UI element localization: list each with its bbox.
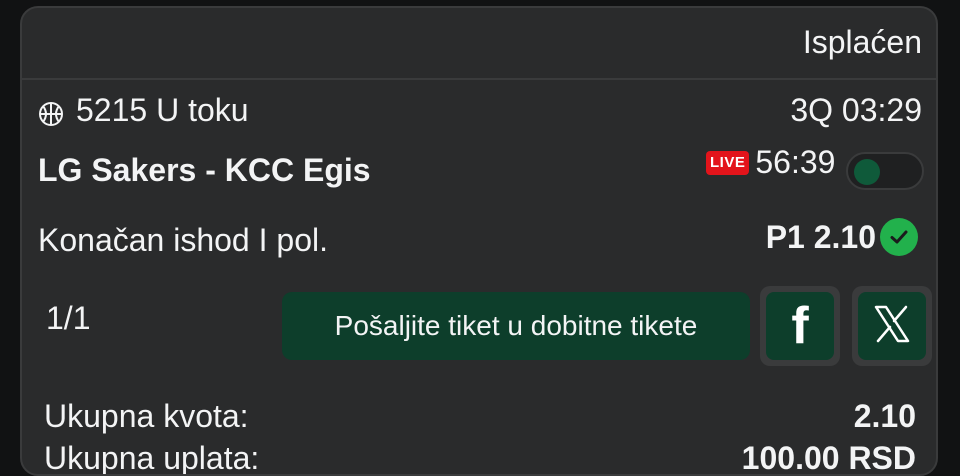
x-icon: [870, 302, 914, 351]
event-info-row: 5215 U toku 3Q 03:29: [38, 92, 922, 136]
stake-label: Ukupna uplata:: [44, 440, 260, 476]
match-title: LG Sakers - KCC Egis: [38, 152, 371, 188]
x-share-button[interactable]: [852, 286, 932, 366]
ticket-status: Isplaćen: [802, 24, 922, 60]
send-to-winning-tickets-button[interactable]: Pošaljite tiket u dobitne tikete: [282, 292, 750, 360]
toggle-knob: [854, 159, 880, 185]
live-toggle[interactable]: [846, 152, 924, 190]
ticket-header: Isplaćen: [22, 8, 936, 80]
event-code-group: 5215 U toku: [38, 92, 249, 129]
total-odds-label: Ukupna kvota:: [44, 398, 249, 434]
market-name: Konačan ishod I pol.: [38, 222, 328, 258]
facebook-icon: f: [791, 297, 809, 355]
live-score-group: LIVE 56:39: [706, 144, 835, 181]
x-share-inner: [858, 292, 926, 360]
period-time: 3Q 03:29: [790, 92, 922, 128]
stake-value: 100.00 RSD: [741, 440, 916, 476]
live-score: 56:39: [755, 144, 836, 180]
facebook-share-button[interactable]: f: [760, 286, 840, 366]
ticket-count: 1/1: [46, 300, 91, 336]
total-odds-value: 2.10: [853, 398, 916, 434]
live-badge: LIVE: [706, 150, 750, 175]
event-code-status: 5215 U toku: [76, 92, 249, 128]
check-icon: [880, 218, 918, 256]
facebook-share-inner: f: [766, 292, 834, 360]
pick-group: P1 2.10: [766, 218, 918, 256]
ticket-card: Isplaćen 5215 U toku 3Q 03:29 LG Sakers …: [20, 6, 938, 476]
pick-odds: P1 2.10: [765, 218, 876, 255]
basketball-icon: [38, 98, 64, 126]
